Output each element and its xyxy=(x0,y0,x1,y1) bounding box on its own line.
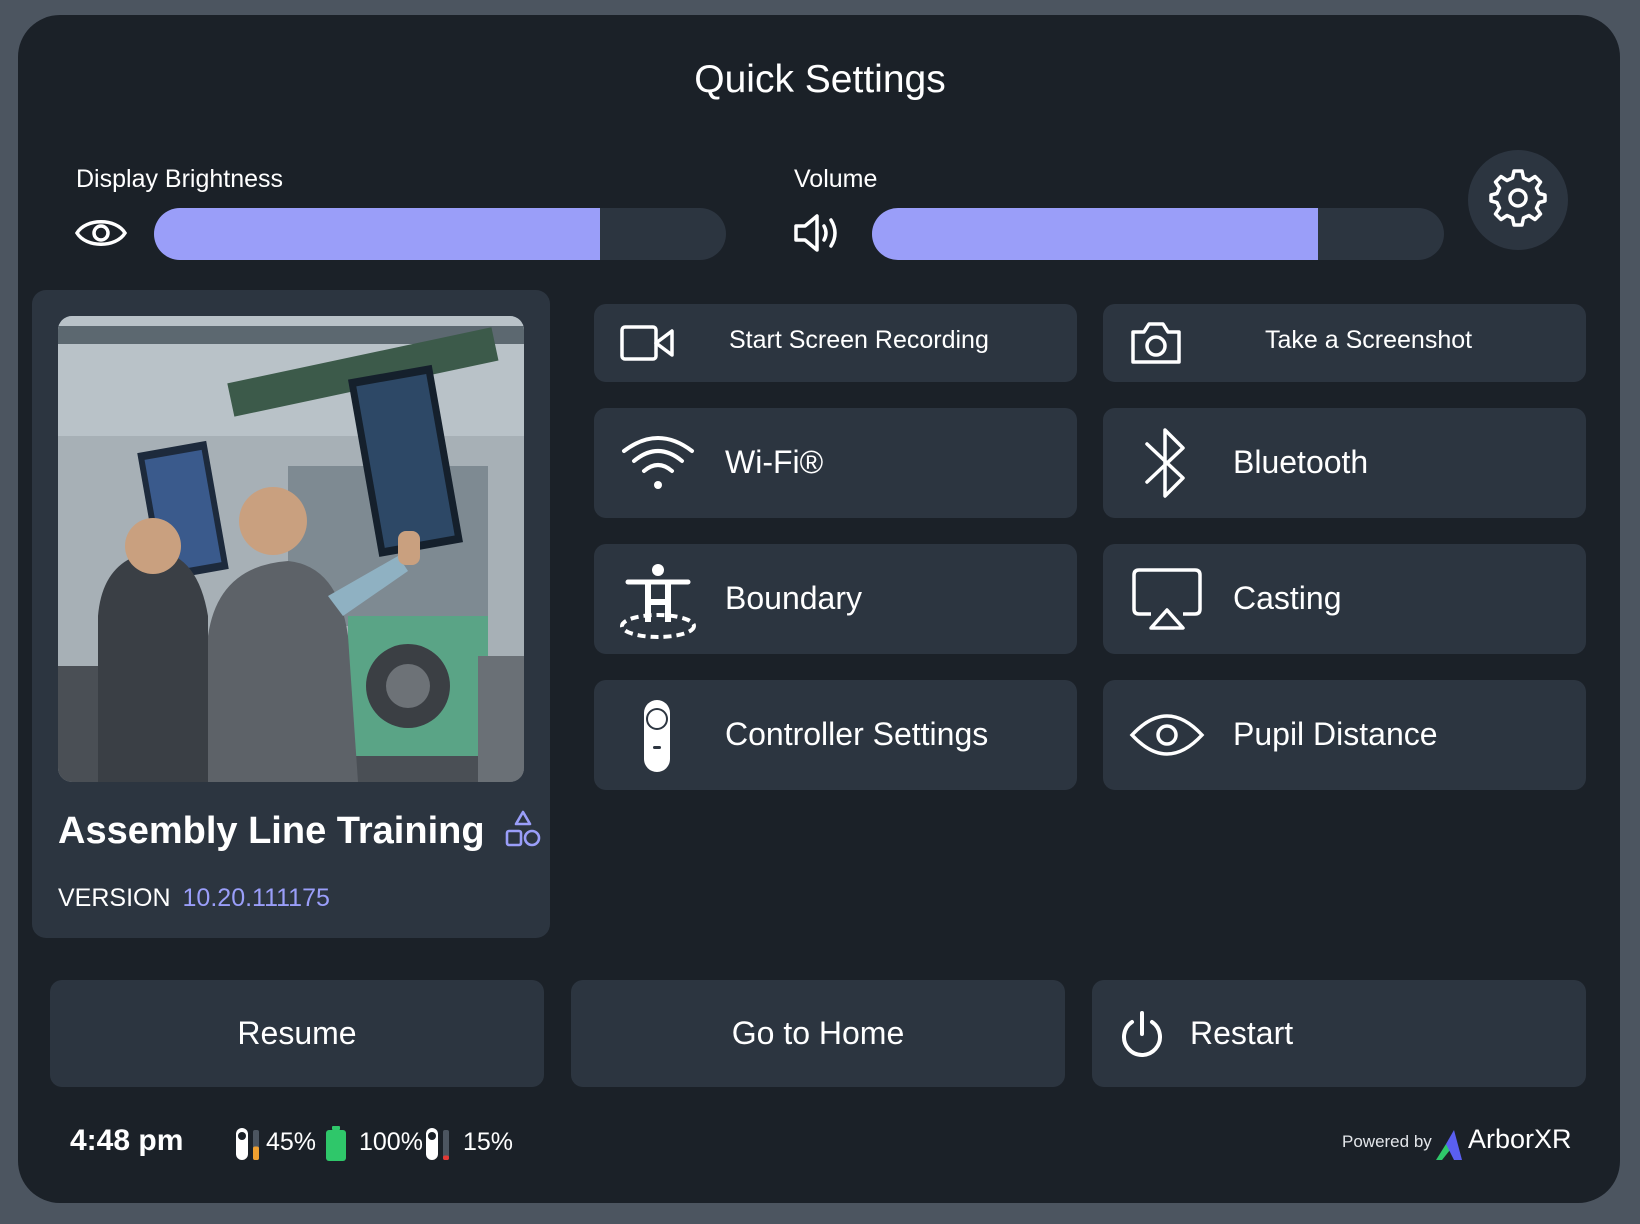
power-icon xyxy=(1118,1010,1166,1065)
app-version: VERSION 10.20.111175 xyxy=(58,884,330,913)
go-to-home-label: Go to Home xyxy=(731,1015,905,1051)
boundary-label: Boundary xyxy=(725,580,862,616)
casting-label: Casting xyxy=(1233,580,1342,616)
left-controller-battery-icon xyxy=(234,1126,262,1167)
right-controller-battery-level xyxy=(443,1155,449,1160)
wifi-label: Wi-Fi® xyxy=(725,444,824,480)
restart-button[interactable]: Restart xyxy=(1092,980,1586,1087)
take-screenshot-button[interactable]: Take a Screenshot xyxy=(1103,304,1586,382)
camera-icon xyxy=(1129,318,1183,368)
clock: 4:48 pm xyxy=(70,1124,184,1157)
arborxr-logo-icon xyxy=(1434,1126,1464,1167)
version-label: VERSION xyxy=(58,884,171,912)
gear-icon xyxy=(1487,167,1549,234)
go-to-home-button[interactable]: Go to Home xyxy=(571,980,1065,1087)
brightness-label: Display Brightness xyxy=(76,165,284,193)
bluetooth-label: Bluetooth xyxy=(1233,444,1369,480)
bluetooth-button[interactable]: Bluetooth xyxy=(1103,408,1586,518)
speaker-icon xyxy=(792,206,846,260)
volume-label: Volume xyxy=(794,165,878,193)
controller-settings-button[interactable]: Controller Settings xyxy=(594,680,1077,790)
resume-button[interactable]: Resume xyxy=(50,980,544,1087)
headset-battery-icon xyxy=(324,1126,348,1167)
left-controller-battery-level xyxy=(253,1146,259,1160)
pupil-distance-button[interactable]: Pupil Distance xyxy=(1103,680,1586,790)
brightness-slider-fill xyxy=(154,208,601,260)
volume-slider-fill xyxy=(872,208,1319,260)
casting-button[interactable]: Casting xyxy=(1103,544,1586,654)
pupil-distance-label: Pupil Distance xyxy=(1233,716,1438,752)
brand-name: ArborXR xyxy=(1468,1124,1572,1154)
volume-slider[interactable] xyxy=(872,208,1444,260)
headset-battery-text: 100% xyxy=(359,1128,423,1156)
powered-by-label: Powered by xyxy=(1342,1132,1432,1151)
video-camera-icon xyxy=(620,318,674,368)
right-controller-battery-text: 15% xyxy=(463,1128,514,1156)
app-name: Assembly Line Training xyxy=(58,810,485,852)
eye-icon xyxy=(1129,707,1205,763)
wifi-icon xyxy=(620,433,696,493)
headset-battery-level xyxy=(326,1130,346,1161)
page-title: Quick Settings xyxy=(694,58,946,101)
left-controller-battery-text: 45% xyxy=(266,1128,317,1156)
settings-button[interactable] xyxy=(1468,150,1568,250)
controller-settings-label: Controller Settings xyxy=(725,716,989,752)
casting-icon xyxy=(1131,566,1203,632)
shapes-icon xyxy=(505,810,541,853)
eye-icon xyxy=(74,206,128,260)
start-screen-recording-button[interactable]: Start Screen Recording xyxy=(594,304,1077,382)
restart-label: Restart xyxy=(1190,1015,1294,1051)
take-screenshot-label: Take a Screenshot xyxy=(1265,326,1473,354)
version-number: 10.20.111175 xyxy=(182,884,330,912)
app-thumbnail xyxy=(58,316,524,782)
brightness-slider[interactable] xyxy=(154,208,726,260)
boundary-button[interactable]: Boundary xyxy=(594,544,1077,654)
start-screen-recording-label: Start Screen Recording xyxy=(729,326,989,354)
bluetooth-icon xyxy=(1143,424,1189,502)
right-controller-battery-icon xyxy=(424,1126,452,1167)
boundary-icon xyxy=(618,562,698,642)
controller-icon xyxy=(642,698,672,774)
wifi-button[interactable]: Wi-Fi® xyxy=(594,408,1077,518)
app-title-row: Assembly Line Training xyxy=(58,810,541,853)
resume-label: Resume xyxy=(237,1015,357,1051)
